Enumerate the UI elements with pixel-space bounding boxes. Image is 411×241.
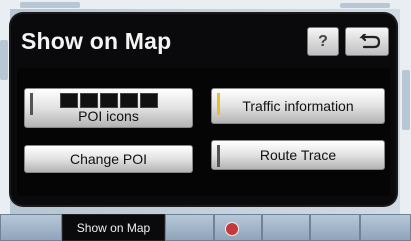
poi-icons-label: POI icons [78,108,139,124]
route-trace-button[interactable]: Route Trace [211,140,385,170]
change-poi-label: Change POI [69,151,148,167]
change-poi-button[interactable]: Change POI [24,145,193,173]
poi-slot [59,93,78,108]
map-road [0,0,10,214]
bottom-tab-bar: Show on Map [0,214,411,241]
tab-show-on-map-label: Show on Map [76,220,151,235]
poi-icon-slots [59,93,158,108]
map-block [0,40,8,80]
record-dot-icon [225,222,239,236]
help-label: ? [318,32,328,50]
help-button[interactable]: ? [307,27,339,56]
poi-slot [99,93,118,108]
dialog-title: Show on Map [21,28,172,54]
poi-slot [119,93,138,108]
map-block [402,70,410,130]
tab-7[interactable] [360,214,411,241]
traffic-information-indicator [217,93,220,115]
return-arrow-icon [359,33,380,48]
tab-3[interactable] [165,214,214,241]
route-trace-label: Route Trace [259,147,337,163]
back-button[interactable] [345,27,389,56]
traffic-information-label: Traffic information [242,98,354,114]
traffic-information-button[interactable]: Traffic information [211,88,385,124]
poi-slot [139,93,158,108]
tab-6[interactable] [310,214,360,241]
poi-icons-button[interactable]: POI icons [24,88,193,128]
map-block [20,2,80,8]
map-block [340,3,390,8]
tab-left[interactable] [0,214,62,241]
poi-slot [79,93,98,108]
route-trace-indicator [217,145,220,167]
tab-show-on-map[interactable]: Show on Map [62,214,165,241]
tab-4[interactable] [214,214,262,241]
tab-5[interactable] [262,214,310,241]
